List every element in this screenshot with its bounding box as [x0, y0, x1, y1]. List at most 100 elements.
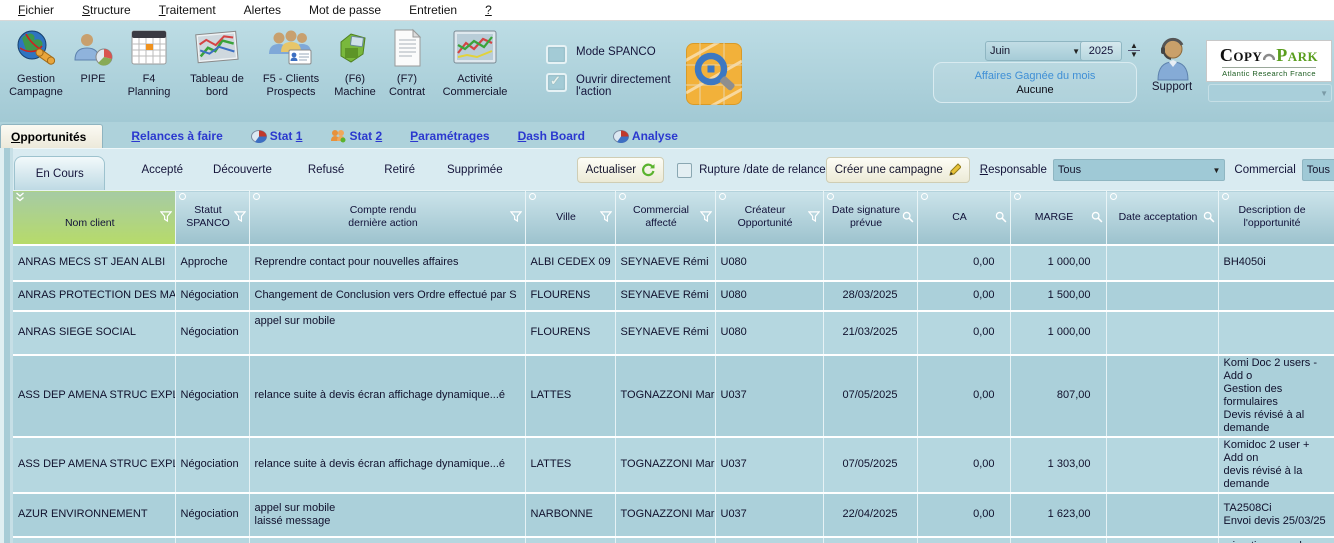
menu-item-mot-de-passe[interactable]: Mot de passe	[295, 1, 395, 19]
cell-statut: Négociation	[175, 311, 249, 355]
tab-stat-2[interactable]: Stat 2	[330, 129, 382, 148]
cell-marge: 807,00	[1010, 355, 1106, 437]
col-header-date-acceptation[interactable]: Date acceptation	[1106, 191, 1218, 245]
tab-relances-a-faire[interactable]: Relances à faire	[131, 129, 222, 148]
year-stepper[interactable]: ▲ ▼	[1126, 38, 1142, 62]
col-header-date-signature[interactable]: Date signature prévue	[823, 191, 917, 245]
cell-statut: Approche	[175, 245, 249, 281]
column-marker-icon	[619, 193, 626, 200]
tab-stat-1[interactable]: Stat 1	[251, 129, 303, 148]
menu-item-fichier[interactable]: Fichier	[4, 1, 68, 19]
toolbar-button-label: (F6) Machine	[334, 73, 376, 99]
checkbox-icon	[677, 163, 692, 178]
activite-commerciale-button[interactable]: Activité Commerciale	[432, 24, 518, 99]
col-header-marge[interactable]: MARGE	[1010, 191, 1106, 245]
ouvrir-directement-label: Ouvrir directement l'action	[576, 73, 698, 98]
search-column-icon[interactable]	[995, 211, 1007, 223]
subtab-decouverte[interactable]: Découverte	[213, 164, 272, 176]
commercial-select[interactable]: Tous	[1302, 159, 1334, 181]
actualiser-button[interactable]: Actualiser	[577, 157, 665, 183]
tab-dash-board[interactable]: Dash Board	[518, 129, 585, 148]
subtab-accepte[interactable]: Accepté	[141, 164, 183, 176]
subtab-retire[interactable]: Retiré	[384, 164, 415, 176]
cell-description: migration open bee v7	[1218, 537, 1334, 543]
logo-select[interactable]: ▼	[1208, 84, 1332, 102]
cell-createur: U080	[715, 311, 823, 355]
mode-spanco-checkbox[interactable]: Mode SPANCO	[546, 45, 698, 64]
col-header-ca[interactable]: CA	[917, 191, 1010, 245]
col-header-nom-client[interactable]: Nom client	[13, 191, 175, 245]
filter-funnel-icon[interactable]	[600, 211, 612, 223]
col-header-statut-spanco[interactable]: Statut SPANCO	[175, 191, 249, 245]
subtab-supprimee[interactable]: Supprimée	[447, 164, 503, 176]
col-header-description[interactable]: Description de l'opportunité	[1218, 191, 1334, 245]
column-marker-icon	[921, 193, 928, 200]
cell-compte-rendu: Reprendre contact pour nouvelles affaire…	[249, 245, 525, 281]
column-marker-icon	[179, 193, 186, 200]
f4-planning-button[interactable]: F4 Planning	[118, 24, 180, 99]
menu-item-label: Entretien	[409, 3, 457, 17]
opportunities-tbody: ANRAS MECS ST JEAN ALBI Approche Reprend…	[13, 245, 1334, 543]
creer-campagne-button[interactable]: Créer une campagne	[826, 157, 970, 183]
tableau-de-bord-button[interactable]: Tableau de bord	[180, 24, 254, 99]
table-row[interactable]: ASS DEP AMENA STRUC EXPL AGR Négociation…	[13, 437, 1334, 493]
col-header-createur-opportunite[interactable]: Créateur Opportunité	[715, 191, 823, 245]
table-row[interactable]: AZUR ENVIRONNEMENT Négociation appel sur…	[13, 493, 1334, 537]
logo-text: C	[1220, 45, 1234, 66]
menu-item-help[interactable]: ?	[471, 1, 506, 19]
calendar-icon	[129, 24, 169, 72]
f7-contrat-button[interactable]: (F7) Contrat	[382, 24, 432, 99]
activity-chart-icon	[452, 24, 498, 72]
year-field[interactable]: 2025	[1080, 41, 1122, 61]
menu-item-alertes[interactable]: Alertes	[230, 1, 295, 19]
filter-funnel-icon[interactable]	[700, 211, 712, 223]
table-row[interactable]: CARROSSERIE PRESSOIR Approche Changement…	[13, 537, 1334, 543]
table-row[interactable]: ANRAS MECS ST JEAN ALBI Approche Reprend…	[13, 245, 1334, 281]
search-column-icon[interactable]	[902, 211, 914, 223]
column-marker-icon	[253, 193, 260, 200]
clients-group-icon	[267, 24, 315, 72]
menu-item-entretien[interactable]: Entretien	[395, 1, 471, 19]
menu-item-structure[interactable]: Structure	[68, 1, 145, 19]
gestion-campagne-button[interactable]: Gestion Campagne	[4, 24, 68, 99]
cell-commercial: SEYNAEVE Rémi	[615, 281, 715, 311]
support-button[interactable]: Support	[1150, 37, 1194, 93]
spin-up-icon: ▲	[1130, 42, 1138, 50]
filter-funnel-icon[interactable]	[510, 211, 522, 223]
f6-machine-button[interactable]: (F6) Machine	[328, 24, 382, 99]
col-header-commercial-affecte[interactable]: Commercial affecté	[615, 191, 715, 245]
search-column-icon[interactable]	[1091, 211, 1103, 223]
subtab-refuse[interactable]: Refusé	[308, 164, 344, 176]
cell-marge: 1 303,00	[1010, 437, 1106, 493]
cell-createur: U080	[715, 281, 823, 311]
toolbar-button-label: PIPE	[80, 73, 105, 86]
tab-analyse[interactable]: Analyse	[613, 129, 678, 148]
subtab-en-cours[interactable]: En Cours	[14, 156, 105, 191]
f5-clients-prospects-button[interactable]: F5 - Clients Prospects	[254, 24, 328, 99]
filter-funnel-icon[interactable]	[234, 211, 246, 223]
col-header-compte-rendu[interactable]: Compte rendu dernière action	[249, 191, 525, 245]
col-header-ville[interactable]: Ville	[525, 191, 615, 245]
table-row[interactable]: ANRAS PROTECTION DES MAJEU Négociation C…	[13, 281, 1334, 311]
tab-opportunites[interactable]: Opportunités	[0, 124, 103, 148]
table-row[interactable]: ASS DEP AMENA STRUC EXPL AGR Négociation…	[13, 355, 1334, 437]
month-select[interactable]: Juin ▼	[985, 41, 1085, 61]
tab-parametrages[interactable]: Paramétrages	[410, 129, 489, 148]
filter-funnel-icon[interactable]	[160, 211, 172, 223]
toolbar-button-label: Activité Commerciale	[443, 73, 508, 99]
month-select-value: Juin	[990, 45, 1010, 57]
table-row[interactable]: ANRAS SIEGE SOCIAL Négociation appel sur…	[13, 311, 1334, 355]
support-label: Support	[1152, 81, 1192, 93]
pipe-button[interactable]: PIPE	[68, 24, 118, 86]
rupture-checkbox[interactable]: Rupture /date de relance	[677, 163, 826, 178]
search-column-icon[interactable]	[1203, 211, 1215, 223]
search-button[interactable]	[686, 43, 742, 105]
responsable-select[interactable]: Tous ▼	[1053, 159, 1226, 181]
menu-item-traitement[interactable]: Traitement	[145, 1, 230, 19]
filter-funnel-icon[interactable]	[808, 211, 820, 223]
cell-ville: NARBONNE	[525, 493, 615, 537]
ouvrir-directement-checkbox[interactable]: Ouvrir directement l'action	[546, 73, 698, 98]
cell-date-signature: 07/05/2025	[823, 437, 917, 493]
cell-marge: 3 000,00	[1010, 537, 1106, 543]
toolbar-button-label: F4 Planning	[128, 73, 171, 99]
